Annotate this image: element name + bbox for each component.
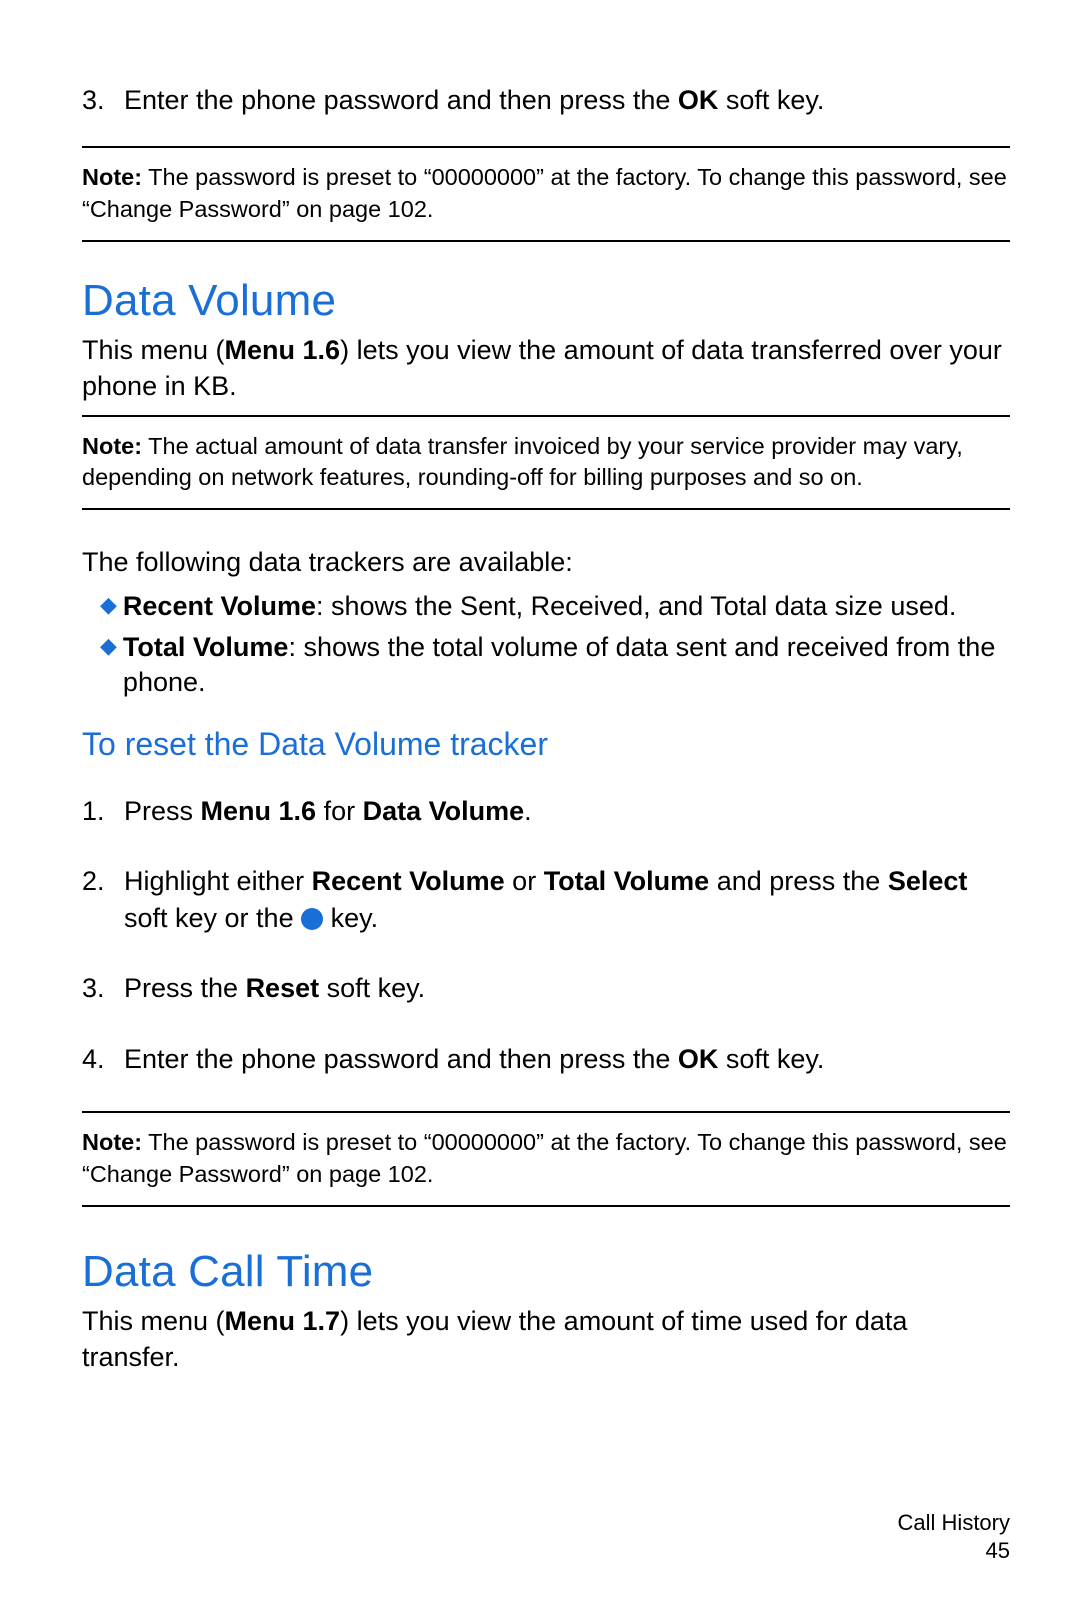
text-run: soft key. — [718, 85, 824, 115]
bullet-term: Total Volume — [123, 632, 289, 662]
step-item: 3. Press the Reset soft key. — [82, 970, 1010, 1006]
step-text: Enter the phone password and then press … — [124, 1041, 1010, 1077]
text-run: soft key or the — [124, 903, 301, 933]
bold-text: Data Volume — [363, 796, 525, 826]
diamond-icon: ◆ — [100, 632, 117, 700]
text-run: for — [316, 796, 363, 826]
bullet-body: Total Volume: shows the total volume of … — [123, 630, 1010, 700]
note-text: The actual amount of data transfer invoi… — [82, 433, 963, 491]
step-number: 2. — [82, 863, 124, 936]
bullet-item: ◆ Recent Volume: shows the Sent, Receive… — [82, 589, 1010, 624]
text-run: . — [524, 796, 532, 826]
step-number: 3. — [82, 82, 124, 118]
text-run: Press the — [124, 973, 246, 1003]
bullet-desc: : shows the Sent, Received, and Total da… — [316, 591, 956, 621]
step-item: 2. Highlight either Recent Volume or Tot… — [82, 863, 1010, 936]
text-run: Enter the phone password and then press … — [124, 1044, 678, 1074]
note-label: Note: — [82, 433, 142, 459]
note-block: Note: The password is preset to “0000000… — [82, 146, 1010, 241]
page-footer: Call History 45 — [898, 1509, 1010, 1566]
bold-text: Menu 1.6 — [201, 796, 317, 826]
heading-data-volume: Data Volume — [82, 276, 1010, 326]
bold-text: Menu 1.6 — [225, 335, 341, 365]
bullet-term: Recent Volume — [123, 591, 316, 621]
step-number: 1. — [82, 793, 124, 829]
bold-text: Menu 1.7 — [225, 1306, 341, 1336]
bullet-body: Recent Volume: shows the Sent, Received,… — [123, 589, 956, 624]
intro-paragraph: This menu (Menu 1.6) lets you view the a… — [82, 332, 1010, 405]
bold-text: OK — [678, 1044, 719, 1074]
text-run: soft key. — [718, 1044, 824, 1074]
step-item: 3. Enter the phone password and then pre… — [82, 82, 1010, 118]
note-label: Note: — [82, 164, 142, 190]
step-number: 4. — [82, 1041, 124, 1077]
step-item: 1. Press Menu 1.6 for Data Volume. — [82, 793, 1010, 829]
heading-data-call-time: Data Call Time — [82, 1247, 1010, 1297]
text-run: Press — [124, 796, 201, 826]
step-item: 4. Enter the phone password and then pre… — [82, 1041, 1010, 1077]
note-block: Note: The actual amount of data transfer… — [82, 415, 1010, 510]
note-text: The password is preset to “00000000” at … — [82, 1129, 1007, 1187]
step-text: Enter the phone password and then press … — [124, 82, 1010, 118]
diamond-icon: ◆ — [100, 591, 117, 624]
text-run: This menu ( — [82, 1306, 225, 1336]
note-text: The password is preset to “00000000” at … — [82, 164, 1007, 222]
nav-key-icon — [301, 908, 323, 930]
footer-page-number: 45 — [898, 1537, 1010, 1566]
text-run: and press the — [709, 866, 888, 896]
subheading-reset-tracker: To reset the Data Volume tracker — [82, 726, 1010, 763]
text-run: key. — [323, 903, 378, 933]
step-text: Press the Reset soft key. — [124, 970, 1010, 1006]
text-run: Enter the phone password and then press … — [124, 85, 678, 115]
intro-paragraph: This menu (Menu 1.7) lets you view the a… — [82, 1303, 1010, 1376]
note-block: Note: The password is preset to “0000000… — [82, 1111, 1010, 1206]
bold-text: Select — [888, 866, 968, 896]
footer-section: Call History — [898, 1509, 1010, 1538]
bold-text: Recent Volume — [312, 866, 505, 896]
step-number: 3. — [82, 970, 124, 1006]
bold-text: OK — [678, 85, 719, 115]
note-label: Note: — [82, 1129, 142, 1155]
bold-text: Total Volume — [544, 866, 710, 896]
bullet-item: ◆ Total Volume: shows the total volume o… — [82, 630, 1010, 700]
bold-text: Reset — [246, 973, 320, 1003]
step-text: Press Menu 1.6 for Data Volume. — [124, 793, 1010, 829]
text-run: soft key. — [319, 973, 425, 1003]
text-run: This menu ( — [82, 335, 225, 365]
text-run: or — [505, 866, 544, 896]
trackers-intro: The following data trackers are availabl… — [82, 544, 1010, 580]
text-run: Highlight either — [124, 866, 312, 896]
step-text: Highlight either Recent Volume or Total … — [124, 863, 1010, 936]
